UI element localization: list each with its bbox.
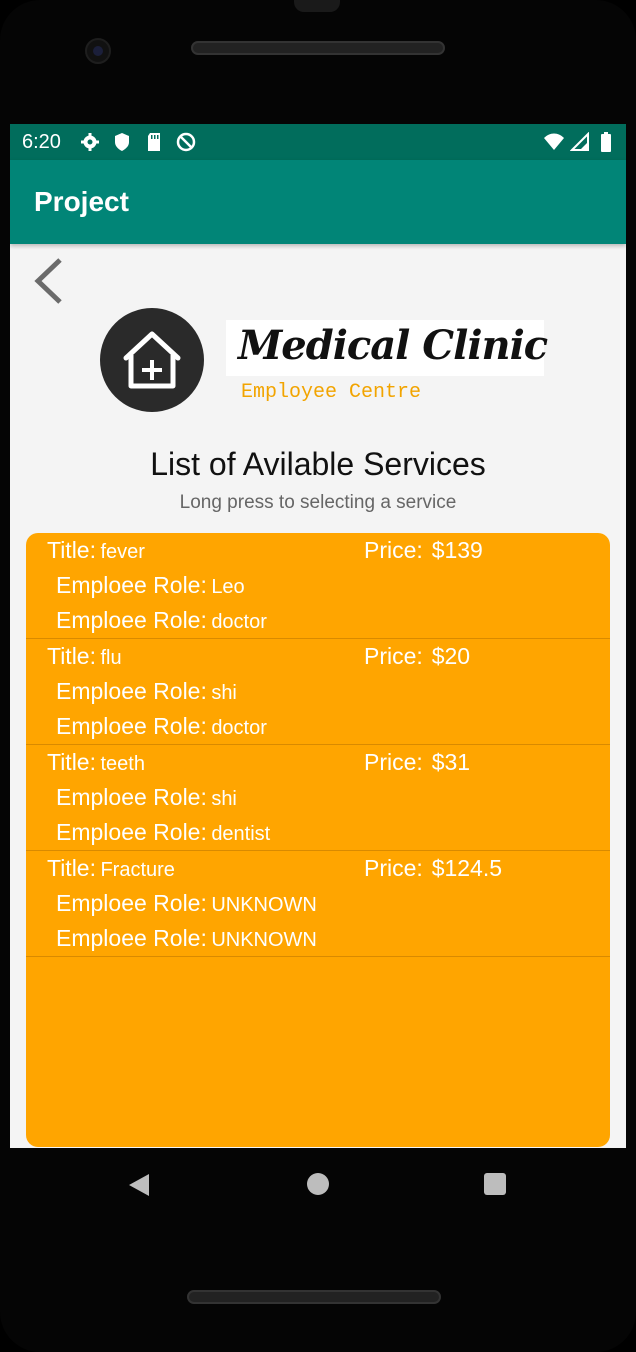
service-price: $139: [431, 537, 483, 563]
phone-frame: 6:20 Project Medical Clinic Employee Cen…: [0, 0, 636, 1352]
app-title: Project: [34, 186, 129, 217]
title-label: Title:: [47, 643, 96, 669]
wifi-icon: [544, 133, 564, 150]
service-title: teeth: [100, 753, 145, 775]
shield-icon: [115, 133, 129, 151]
service-price: $31: [431, 749, 471, 775]
role-label: Emploee Role:: [56, 713, 207, 739]
role-label: Emploee Role:: [56, 607, 207, 633]
page-subtitle: Long press to selecting a service: [179, 492, 457, 513]
service-item[interactable]: Title: teeth Price: $31 Emploee Role: sh…: [26, 745, 610, 851]
service-title: fever: [100, 541, 145, 563]
earpiece-speaker: [191, 41, 445, 55]
service-employee: UNKNOWN: [211, 894, 317, 916]
nav-home-icon[interactable]: [307, 1173, 329, 1195]
service-employee: shi: [211, 682, 237, 704]
front-camera: [85, 38, 111, 64]
service-employee: Leo: [211, 576, 245, 598]
battery-icon: [601, 132, 611, 152]
title-label: Title:: [47, 855, 96, 881]
price-label: Price:: [364, 643, 423, 669]
service-role: UNKNOWN: [211, 929, 317, 951]
role-label: Emploee Role:: [56, 890, 207, 916]
service-item[interactable]: Title: fever Price: $139 Emploee Role: L…: [26, 533, 610, 639]
service-price: $20: [431, 643, 471, 669]
bottom-speaker: [187, 1290, 441, 1304]
do-not-disturb-icon: [176, 132, 196, 152]
back-arrow-icon[interactable]: [30, 256, 70, 306]
sd-card-icon: [148, 133, 160, 151]
price-label: Price:: [364, 855, 423, 881]
services-list[interactable]: Title: fever Price: $139 Emploee Role: L…: [26, 533, 610, 1147]
page-title: List of Avilable Services: [150, 446, 486, 482]
role-label: Emploee Role:: [56, 819, 207, 845]
service-role: dentist: [211, 823, 271, 845]
service-item[interactable]: Title: flu Price: $20 Emploee Role: shi …: [26, 639, 610, 745]
price-label: Price:: [364, 749, 423, 775]
role-label: Emploee Role:: [56, 925, 207, 951]
service-employee: shi: [211, 788, 237, 810]
clinic-logo: [100, 308, 204, 412]
house-plus-icon: [123, 331, 181, 389]
service-price: $124.5: [431, 855, 503, 881]
status-bar: 6:20: [10, 124, 626, 160]
phone-notch: [294, 0, 340, 12]
signal-icon: [570, 132, 589, 151]
title-label: Title:: [47, 749, 96, 775]
role-label: Emploee Role:: [56, 572, 207, 598]
nav-recents-icon[interactable]: [484, 1173, 506, 1195]
app-screen: 6:20 Project Medical Clinic Employee Cen…: [10, 124, 626, 1148]
service-title: Fracture: [100, 859, 175, 881]
role-label: Emploee Role:: [56, 678, 207, 704]
gear-icon: [81, 133, 99, 151]
nav-back-icon[interactable]: [128, 1173, 150, 1197]
service-role: doctor: [211, 611, 267, 633]
status-time: 6:20: [22, 131, 61, 153]
service-role: doctor: [211, 717, 267, 739]
app-bar: Project: [10, 160, 626, 244]
brand-logo-text: Medical Clinic: [238, 322, 548, 369]
service-item[interactable]: Title: Fracture Price: $124.5 Emploee Ro…: [26, 851, 610, 957]
role-label: Emploee Role:: [56, 784, 207, 810]
title-label: Title:: [47, 537, 96, 563]
price-label: Price:: [364, 537, 423, 563]
brand-subtitle: Employee Centre: [241, 381, 422, 404]
service-title: flu: [100, 647, 122, 669]
